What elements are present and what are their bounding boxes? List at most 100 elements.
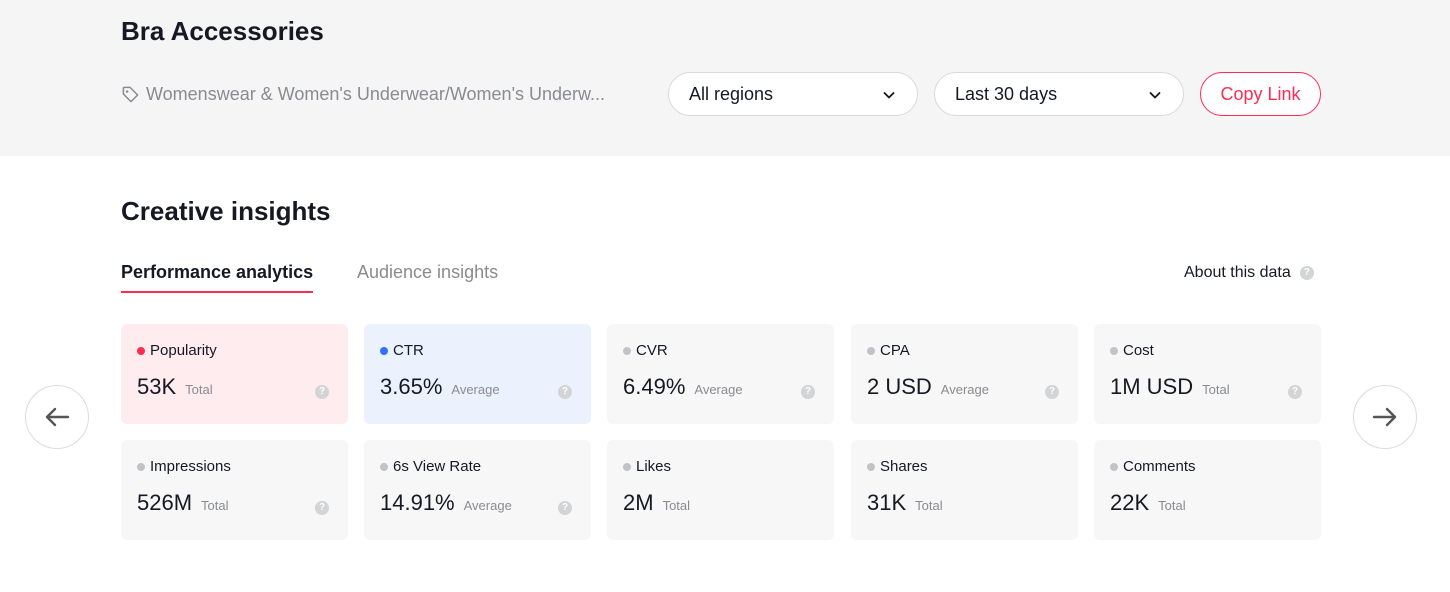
metric-card-6s-view-rate[interactable]: 6s View Rate 14.91% Average ? [364,440,591,540]
metric-card-cpa[interactable]: CPA 2 USD Average ? [851,324,1078,424]
metric-name: Popularity [150,342,217,359]
metric-name: Comments [1123,458,1196,475]
metric-qualifier: Average [694,382,743,397]
tab-audience-insights[interactable]: Audience insights [357,262,498,283]
metric-value-group: 6.49% Average [623,374,743,400]
header-panel: Bra Accessories Womenswear & Women's Und… [0,0,1450,156]
metric-value: 53K [137,374,177,399]
metric-qualifier: Total [185,382,213,397]
metric-card-cost[interactable]: Cost 1M USD Total ? [1094,324,1321,424]
metric-value-group: 14.91% Average [380,490,512,516]
metric-name: Shares [880,458,928,475]
about-this-data-link[interactable]: About this data ? [1184,264,1314,282]
series-dot [1110,462,1118,471]
metric-card-likes[interactable]: Likes 2M Total [607,440,834,540]
metric-label: Impressions [137,458,231,475]
metric-qualifier: Total [662,498,691,513]
metric-name: Cost [1123,342,1154,359]
metric-value-group: 3.65% Average [380,374,500,400]
metric-label: Comments [1110,458,1196,475]
metric-label: Shares [867,458,928,475]
arrow-left-icon [45,407,70,427]
metric-value: 3.65% [380,374,443,399]
metric-value-group: 2 USD Average [867,374,989,400]
copy-link-button[interactable]: Copy Link [1200,72,1321,116]
metric-qualifier: Total [1158,498,1186,513]
metric-qualifier: Average [451,382,500,397]
metric-name: CTR [393,342,424,359]
arrow-right-icon [1372,407,1397,427]
chevron-down-icon [1149,92,1161,99]
tag-icon [121,84,141,104]
metric-card-popularity[interactable]: Popularity 53K Total ? [121,324,348,424]
metric-value-group: 31K Total [867,490,943,516]
metric-value-group: 22K Total [1110,490,1186,516]
metric-name: CPA [880,342,910,359]
date-range-select[interactable]: Last 30 days [934,72,1184,116]
metric-qualifier: Average [940,382,989,397]
tab-performance-analytics[interactable]: Performance analytics [121,262,314,293]
metric-card-comments[interactable]: Comments 22K Total [1094,440,1321,540]
metric-value: 2M [623,490,654,515]
metric-card-cvr[interactable]: CVR 6.49% Average ? [607,324,834,424]
chevron-down-icon [883,92,895,99]
page-title: Bra Accessories [121,16,324,46]
metric-value: 14.91% [380,490,455,515]
next-button[interactable] [1353,385,1417,449]
metric-value-group: 526M Total [137,490,229,516]
metric-value-group: 1M USD Total [1110,374,1230,400]
help-icon[interactable]: ? [801,385,815,399]
series-dot [137,462,145,471]
series-dot [1110,346,1118,355]
metric-qualifier: Average [463,498,512,513]
series-dot [137,346,145,355]
metric-label: Likes [623,458,671,475]
help-icon[interactable]: ? [315,385,329,399]
help-icon[interactable]: ? [558,385,572,399]
metric-qualifier: Total [201,498,229,513]
metric-name: 6s View Rate [393,458,482,475]
help-icon[interactable]: ? [1299,266,1314,280]
metric-label: 6s View Rate [380,458,481,475]
section-title: Creative insights [121,196,331,226]
help-icon[interactable]: ? [1045,385,1059,399]
active-tab-underline [121,291,314,293]
series-dot [867,346,875,355]
metric-label: CTR [380,342,424,359]
metric-qualifier: Total [915,498,943,513]
about-label: About this data [1184,264,1291,281]
metric-value: 22K [1110,490,1150,515]
metric-label: CPA [867,342,910,359]
metric-value: 6.49% [623,374,686,399]
category-breadcrumb: Womenswear & Women's Underwear/Women's U… [121,83,621,105]
metric-card-shares[interactable]: Shares 31K Total [851,440,1078,540]
metric-value: 1M USD [1110,374,1194,399]
metric-value-group: 53K Total [137,374,213,400]
series-dot [380,346,388,355]
help-icon[interactable]: ? [558,501,572,515]
metric-name: Impressions [150,458,231,475]
series-dot [623,346,631,355]
metric-name: Likes [636,458,672,475]
series-dot [623,462,631,471]
metric-card-impressions[interactable]: Impressions 526M Total ? [121,440,348,540]
region-select[interactable]: All regions [668,72,918,116]
help-icon[interactable]: ? [1288,385,1302,399]
metric-value: 526M [137,490,193,515]
metric-value-group: 2M Total [623,490,690,516]
metric-name: CVR [636,342,668,359]
tab-label: Audience insights [357,262,499,282]
metric-qualifier: Total [1202,382,1230,397]
metric-value: 31K [867,490,907,515]
region-select-value: All regions [689,83,774,104]
metric-value: 2 USD [867,374,932,399]
series-dot [867,462,875,471]
series-dot [380,462,388,471]
metric-label: Popularity [137,342,217,359]
tab-label: Performance analytics [121,262,314,282]
category-path: Womenswear & Women's Underwear/Women's U… [146,83,606,104]
prev-button[interactable] [25,385,89,449]
metric-card-ctr[interactable]: CTR 3.65% Average ? [364,324,591,424]
metric-label: CVR [623,342,668,359]
help-icon[interactable]: ? [315,501,329,515]
